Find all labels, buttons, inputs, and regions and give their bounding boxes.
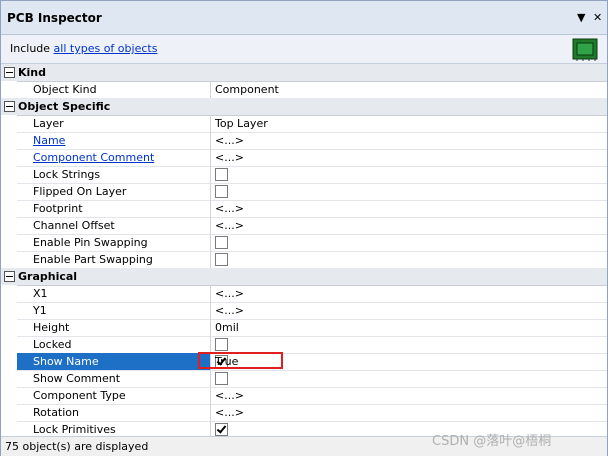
property-name: Channel Offset <box>33 219 115 232</box>
property-name: Show Comment <box>33 372 121 385</box>
collapse-toggle-icon[interactable] <box>4 67 15 78</box>
property-checkbox[interactable] <box>215 253 228 266</box>
property-value[interactable]: <...> <box>215 389 244 402</box>
property-value[interactable]: <...> <box>215 287 244 300</box>
property-name: Footprint <box>33 202 83 215</box>
status-text: 75 object(s) are displayed <box>5 440 149 453</box>
property-row-locked[interactable]: Locked <box>1 336 607 354</box>
property-row-component-comment[interactable]: Component Comment <...> <box>1 149 607 167</box>
property-name[interactable]: Component Comment <box>33 151 154 164</box>
property-row-rotation[interactable]: Rotation <...> <box>1 404 607 422</box>
property-row-channel-offset[interactable]: Channel Offset <...> <box>1 217 607 235</box>
property-row-name[interactable]: Name <...> <box>1 132 607 150</box>
property-name[interactable]: Name <box>33 134 65 147</box>
property-name: Lock Strings <box>33 168 101 181</box>
property-name: Enable Part Swapping <box>33 253 153 266</box>
property-row-enable-pin-swapping[interactable]: Enable Pin Swapping <box>1 234 607 252</box>
include-label: Include <box>10 42 51 55</box>
chip-icon[interactable] <box>571 37 599 61</box>
property-row-y1[interactable]: Y1 <...> <box>1 302 607 320</box>
property-checkbox[interactable] <box>215 372 228 385</box>
category-label: Object Specific <box>18 100 111 113</box>
category-graphical[interactable]: Graphical <box>1 268 607 286</box>
property-grid: Kind Object Kind Component Object Specific L… <box>1 64 607 436</box>
property-row-footprint[interactable]: Footprint <...> <box>1 200 607 218</box>
property-row-component-type[interactable]: Component Type <...> <box>1 387 607 405</box>
property-value[interactable]: 0mil <box>215 321 239 334</box>
property-name: Object Kind <box>33 83 97 96</box>
property-value[interactable]: <...> <box>215 134 244 147</box>
category-kind[interactable]: Kind <box>1 64 607 82</box>
property-checkbox[interactable] <box>215 423 228 436</box>
property-value[interactable]: Component <box>215 83 279 96</box>
property-name: Y1 <box>33 304 47 317</box>
property-value[interactable]: <...> <box>215 202 244 215</box>
include-filter-link[interactable]: all types of objects <box>54 42 158 55</box>
include-bar: Include all types of objects <box>1 35 607 64</box>
category-label: Kind <box>18 66 46 79</box>
property-row-lock-strings[interactable]: Lock Strings <box>1 166 607 184</box>
property-checkbox[interactable] <box>215 338 228 351</box>
property-row-show-name[interactable]: Show Name True <box>1 353 607 371</box>
property-name: Lock Primitives <box>33 423 116 436</box>
property-name: Layer <box>33 117 64 130</box>
property-value[interactable]: Top Layer <box>215 117 268 130</box>
property-row-x1[interactable]: X1 <...> <box>1 285 607 303</box>
collapse-toggle-icon[interactable] <box>4 101 15 112</box>
property-value[interactable]: <...> <box>215 406 244 419</box>
property-name: Flipped On Layer <box>33 185 127 198</box>
panel-title: PCB Inspector <box>7 11 102 25</box>
property-value[interactable]: <...> <box>215 219 244 232</box>
property-name: Enable Pin Swapping <box>33 236 148 249</box>
property-checkbox[interactable] <box>215 168 228 181</box>
category-label: Graphical <box>18 270 78 283</box>
property-value[interactable]: <...> <box>215 151 244 164</box>
property-checkbox[interactable] <box>215 236 228 249</box>
category-object-specific[interactable]: Object Specific <box>1 98 607 116</box>
property-name: Component Type <box>33 389 126 402</box>
close-icon[interactable]: ✕ <box>593 11 602 24</box>
property-row-show-comment[interactable]: Show Comment <box>1 370 607 388</box>
property-name: X1 <box>33 287 48 300</box>
panel-titlebar: PCB Inspector ▼ ✕ <box>1 1 607 35</box>
property-name: Show Name <box>33 355 99 368</box>
property-row-height[interactable]: Height 0mil <box>1 319 607 337</box>
property-row-layer[interactable]: Layer Top Layer <box>1 115 607 133</box>
property-name: Rotation <box>33 406 80 419</box>
property-value[interactable]: <...> <box>215 304 244 317</box>
collapse-toggle-icon[interactable] <box>4 271 15 282</box>
property-name: Height <box>33 321 70 334</box>
property-row-enable-part-swapping[interactable]: Enable Part Swapping <box>1 251 607 269</box>
property-checkbox[interactable] <box>215 185 228 198</box>
highlight-box <box>198 352 283 369</box>
property-row-object-kind[interactable]: Object Kind Component <box>1 81 607 99</box>
watermark: CSDN @落叶@梧桐 <box>432 434 552 449</box>
property-name: Locked <box>33 338 72 351</box>
property-row-flipped-on-layer[interactable]: Flipped On Layer <box>1 183 607 201</box>
dropdown-icon[interactable]: ▼ <box>577 11 585 24</box>
pcb-inspector-panel: PCB Inspector ▼ ✕ Include all types of o… <box>0 0 608 456</box>
